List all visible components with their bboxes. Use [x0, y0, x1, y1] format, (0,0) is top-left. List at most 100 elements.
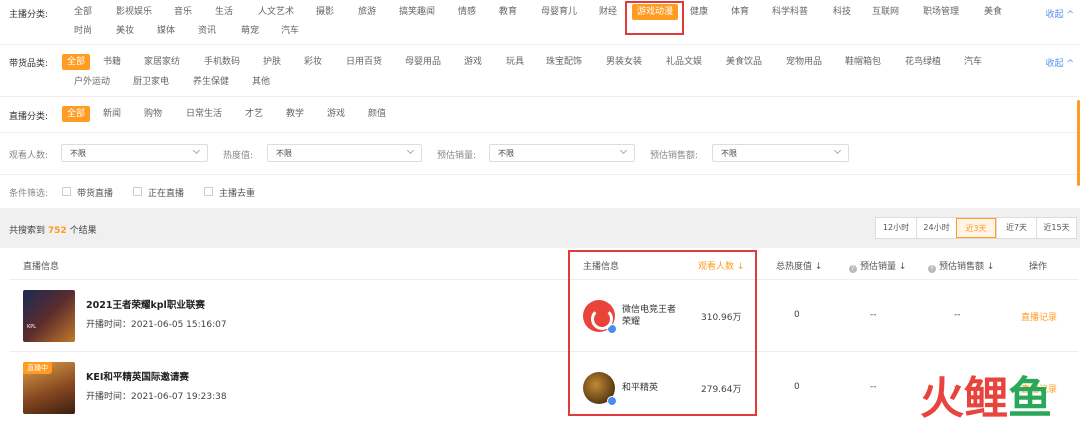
- th-heat[interactable]: 总热度值 ↓: [776, 259, 822, 272]
- anchor-category-chip[interactable]: 汽车: [276, 23, 304, 39]
- live-category-chip[interactable]: 全部: [62, 106, 91, 122]
- viewers-value: 310.96万: [701, 313, 742, 323]
- goods-category-chip[interactable]: 家居家纺: [139, 54, 185, 70]
- goods-category-chip[interactable]: 美食饮品: [721, 54, 767, 70]
- live-category-chip[interactable]: 游戏: [322, 106, 350, 122]
- anchor-category-chip[interactable]: 美食: [979, 4, 1007, 20]
- th-sales-qty[interactable]: ? 预估销量 ↓: [849, 259, 906, 273]
- goods-category-chip[interactable]: 游戏: [459, 54, 487, 70]
- live-category-filter: 直播分类: 全部 新闻 购物 日常生活 才艺 教学 游戏 颜值: [0, 100, 1080, 130]
- live-start-time: 开播时间：2021-06-07 19:23:38: [86, 392, 227, 402]
- live-category-chip[interactable]: 教学: [281, 106, 309, 122]
- goods-category-chip[interactable]: 母婴用品: [400, 54, 446, 70]
- anchor-category-chip[interactable]: 职场管理: [918, 4, 964, 20]
- goods-category-chip[interactable]: 厨卫家电: [128, 74, 174, 90]
- time-range-tab[interactable]: 近15天: [1036, 218, 1076, 238]
- anchor-category-chip[interactable]: 全部: [69, 4, 97, 20]
- anchor-category-chip[interactable]: 人文艺术: [253, 4, 299, 20]
- live-thumbnail[interactable]: KPL: [23, 290, 75, 342]
- anchor-category-chip[interactable]: 互联网: [867, 4, 904, 20]
- goods-category-chip[interactable]: 其他: [247, 74, 275, 90]
- table-row[interactable]: KPL 2021王者荣耀kpl职业联赛 开播时间：2021-06-05 15:1…: [10, 279, 1078, 351]
- results-suffix: 个结果: [69, 226, 97, 236]
- sales-qty-select-value: 不限: [498, 149, 514, 158]
- selling-live-label[interactable]: 带货直播: [77, 186, 113, 199]
- anchor-name[interactable]: 微信电竞王者荣耀: [622, 304, 676, 328]
- live-category-chip[interactable]: 颜值: [363, 106, 391, 122]
- goods-category-chip[interactable]: 户外运动: [69, 74, 115, 90]
- goods-category-chip[interactable]: 养生保健: [188, 74, 234, 90]
- anchor-category-chip[interactable]: 音乐: [169, 4, 197, 20]
- anchor-category-chip[interactable]: 教育: [494, 4, 522, 20]
- goods-category-chip[interactable]: 花鸟绿植: [900, 54, 946, 70]
- anchor-category-chip[interactable]: 母婴育儿: [536, 4, 582, 20]
- anchor-category-chip[interactable]: 生活: [210, 4, 238, 20]
- results-summary: 共搜索到 752 个结果: [9, 223, 97, 236]
- dedupe-anchor-label[interactable]: 主播去重: [219, 186, 255, 199]
- anchor-category-chip[interactable]: 健康: [685, 4, 713, 20]
- th-sales-amt[interactable]: ? 预估销售额 ↓: [928, 259, 994, 273]
- sales-amt-select[interactable]: 不限: [712, 144, 849, 162]
- viewers-select[interactable]: 不限: [61, 144, 208, 162]
- time-range-tab[interactable]: 12小时: [876, 218, 916, 238]
- goods-category-chip[interactable]: 彩妆: [299, 54, 327, 70]
- anchor-category-chip[interactable]: 萌宠: [236, 23, 264, 39]
- anchor-category-collapse[interactable]: 收起 ^: [1046, 7, 1074, 20]
- table-row[interactable]: 直播中 KEI和平精英国际邀请赛 开播时间：2021-06-07 19:23:3…: [10, 351, 1078, 422]
- anchor-category-chip[interactable]: 情感: [453, 4, 481, 20]
- anchor-category-chip[interactable]: 旅游: [353, 4, 381, 20]
- live-thumbnail[interactable]: 直播中: [23, 362, 75, 414]
- watermark-char: 鱼: [1008, 373, 1052, 422]
- anchor-category-chip[interactable]: 搞笑趣闻: [394, 4, 440, 20]
- live-category-label: 直播分类:: [9, 112, 49, 122]
- anchor-category-chip[interactable]: 科技: [828, 4, 856, 20]
- verified-badge-icon: [607, 324, 617, 334]
- dedupe-anchor-checkbox[interactable]: [204, 187, 213, 196]
- goods-category-chip[interactable]: 玩具: [501, 54, 529, 70]
- th-viewers[interactable]: 观看人数 ↓: [698, 259, 744, 272]
- goods-category-chip[interactable]: 全部: [62, 54, 91, 70]
- anchor-category-chip[interactable]: 科学科普: [767, 4, 813, 20]
- live-title[interactable]: KEI和平精英国际邀请赛: [86, 369, 189, 383]
- live-category-chip[interactable]: 购物: [139, 106, 167, 122]
- goods-category-chip[interactable]: 礼品文娱: [661, 54, 707, 70]
- anchor-category-chip[interactable]: 影视娱乐: [111, 4, 157, 20]
- live-category-chip[interactable]: 新闻: [98, 106, 126, 122]
- heat-select[interactable]: 不限: [267, 144, 422, 162]
- live-title[interactable]: 2021王者荣耀kpl职业联赛: [86, 297, 205, 311]
- goods-category-chip[interactable]: 护肤: [258, 54, 286, 70]
- goods-category-chip[interactable]: 日用百货: [341, 54, 387, 70]
- goods-category-chip[interactable]: 手机数码: [199, 54, 245, 70]
- live-category-chip[interactable]: 才艺: [240, 106, 268, 122]
- time-range-tab[interactable]: 近7天: [996, 218, 1036, 238]
- anchor-category-chip[interactable]: 美妆: [111, 23, 139, 39]
- sales-qty-select[interactable]: 不限: [489, 144, 635, 162]
- chevron-down-icon: [406, 146, 415, 155]
- anchor-category-chip[interactable]: 游戏动漫: [632, 4, 679, 20]
- anchor-category-chip[interactable]: 财经: [594, 4, 622, 20]
- anchor-category-chip[interactable]: 体育: [726, 4, 754, 20]
- anchor-name[interactable]: 和平精英: [622, 382, 658, 394]
- anchor-avatar[interactable]: [583, 300, 617, 334]
- goods-category-collapse[interactable]: 收起 ^: [1046, 56, 1074, 69]
- time-range-tab[interactable]: 24小时: [916, 218, 956, 238]
- goods-category-chip[interactable]: 宠物用品: [781, 54, 827, 70]
- anchor-category-chip[interactable]: 摄影: [311, 4, 339, 20]
- goods-category-chip[interactable]: 书籍: [98, 54, 126, 70]
- sales-amt-select-label: 预估销售额:: [650, 151, 699, 161]
- results-bar: 共搜索到 752 个结果 12小时 24小时 近3天 近7天 近15天: [0, 208, 1080, 248]
- live-now-label[interactable]: 正在直播: [148, 186, 184, 199]
- goods-category-chip[interactable]: 男装女装: [601, 54, 647, 70]
- live-now-checkbox[interactable]: [133, 187, 142, 196]
- anchor-category-chip[interactable]: 时尚: [69, 23, 97, 39]
- goods-category-chip[interactable]: 汽车: [959, 54, 987, 70]
- anchor-category-chip[interactable]: 媒体: [152, 23, 180, 39]
- anchor-category-chip[interactable]: 资讯: [193, 23, 221, 39]
- live-category-chip[interactable]: 日常生活: [181, 106, 227, 122]
- time-range-tab[interactable]: 近3天: [956, 218, 996, 238]
- selling-live-checkbox[interactable]: [62, 187, 71, 196]
- goods-category-chip[interactable]: 鞋帽箱包: [840, 54, 886, 70]
- live-record-link[interactable]: 直播记录: [1021, 310, 1057, 323]
- goods-category-chip[interactable]: 珠宝配饰: [541, 54, 587, 70]
- anchor-avatar[interactable]: [583, 372, 617, 406]
